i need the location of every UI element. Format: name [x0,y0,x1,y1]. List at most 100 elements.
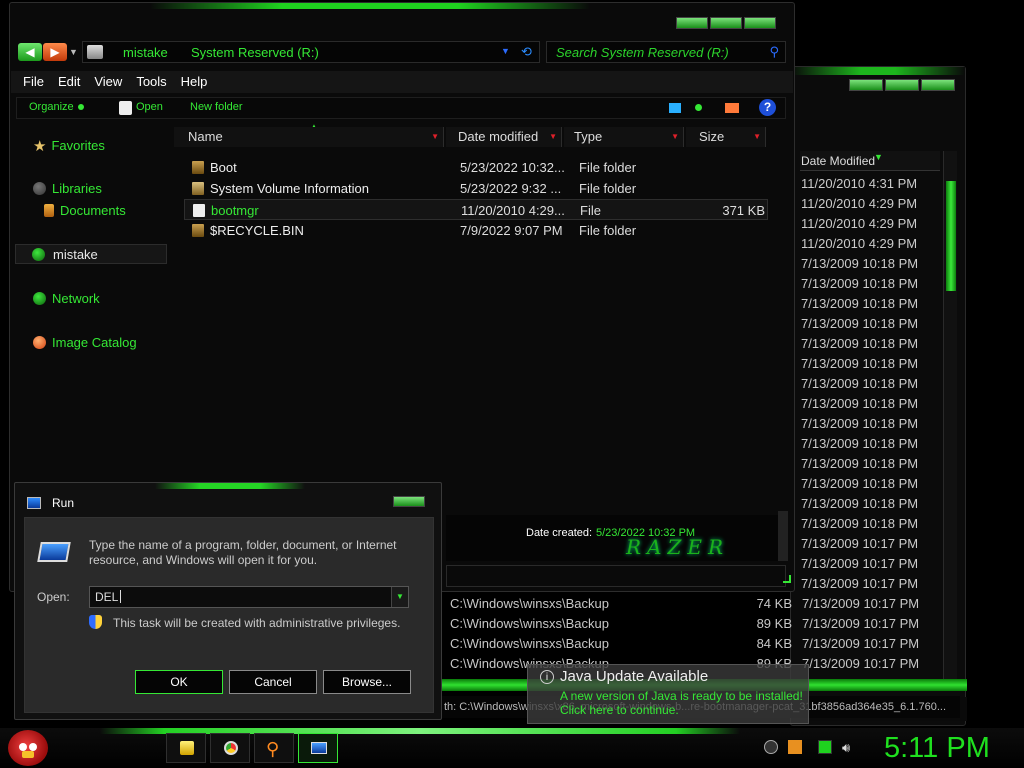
locked-folder-icon [192,182,204,195]
column-filter-icon[interactable]: ▼ [753,127,761,147]
volume-icon[interactable]: 🔊︎ [842,740,856,755]
address-bar[interactable]: mistake System Reserved (R:) ▼ ⟲ [82,41,540,63]
java-tray-icon[interactable] [788,740,802,754]
nav-computer[interactable]: mistake [15,244,167,264]
image-catalog-icon [33,336,46,349]
taskbar-explorer-button[interactable] [166,733,206,763]
minimize-button[interactable] [676,17,708,29]
java-update-notification[interactable]: i Java Update Available A new version of… [527,664,809,724]
window-controls[interactable] [676,17,776,29]
file-row-boot[interactable]: Boot 5/23/2022 10:32... File folder [184,157,768,178]
breadcrumb-drive[interactable]: System Reserved (R:) [191,45,319,60]
tray-app-icon[interactable] [764,740,778,754]
date-modified-cell: 7/13/2009 10:18 PM [801,316,919,331]
date-modified-column-header[interactable]: Date Modified ▼ [800,151,940,171]
menu-view[interactable]: View [87,71,129,93]
backup-date: 7/13/2009 10:17 PM [802,636,920,651]
info-icon: i [540,670,554,684]
forward-button[interactable]: ▶ [43,43,67,61]
start-button[interactable] [8,730,48,766]
change-view-icon[interactable] [669,103,681,113]
browse-button[interactable]: Browse... [323,670,411,694]
notification-title: Java Update Available [560,668,709,685]
maximize-button[interactable] [885,79,919,91]
preview-pane-icon[interactable] [725,103,739,113]
nav-favorites[interactable]: ★ Favorites [33,137,105,155]
file-icon [193,204,205,217]
back-button[interactable]: ◀ [18,43,42,61]
menu-file[interactable]: File [11,71,51,93]
history-dropdown-icon[interactable]: ▼ [391,587,408,607]
cancel-button[interactable]: Cancel [229,670,317,694]
close-button[interactable] [921,79,955,91]
backup-size: 89 KB [756,616,792,631]
details-pane: Date created: 5/23/2022 10:32 PM RAZER [446,515,786,561]
vertical-scrollbar[interactable] [943,151,957,691]
minimize-button[interactable] [849,79,883,91]
recent-pages-dropdown-icon[interactable]: ▼ [69,47,78,57]
dialog-top-glow [155,483,305,489]
nav-documents[interactable]: Documents [44,203,126,218]
date-modified-cell: 7/13/2009 10:18 PM [801,376,919,391]
file-row-bootmgr[interactable]: bootmgr 11/20/2010 4:29... File 371 KB [184,199,768,220]
taskbar-search-button[interactable]: ⚲ [254,733,294,763]
close-button[interactable] [393,496,425,507]
menu-edit[interactable]: Edit [51,71,87,93]
date-modified-cell: 7/13/2009 10:18 PM [801,256,919,271]
run-dialog[interactable]: Run Type the name of a program, folder, … [14,482,442,720]
menu-tools[interactable]: Tools [129,71,173,93]
notification-link[interactable]: Click here to continue. [560,703,679,717]
scroll-thumb[interactable] [946,181,956,291]
organize-button[interactable]: Organize [29,101,84,113]
new-folder-button[interactable]: New folder [190,101,243,113]
horizontal-scrollbar[interactable] [446,565,786,587]
backup-path: C:\Windows\winsxs\Backup [450,636,609,651]
view-dropdown-icon[interactable] [695,104,702,111]
column-header-name[interactable]: Name ▼ [174,127,444,147]
nav-libraries[interactable]: Libraries [33,181,102,196]
taskbar-chrome-button[interactable] [210,733,250,763]
open-button[interactable]: Open [136,101,163,113]
command-toolbar: Organize Open New folder ? [16,97,786,119]
open-file-icon [119,101,132,115]
file-row-system-volume-information[interactable]: System Volume Information 5/23/2022 9:32 … [184,178,768,199]
folder-icon [192,224,204,237]
file-row-recycle-bin[interactable]: $RECYCLE.BIN 7/9/2022 9:07 PM File folder [184,220,768,241]
refresh-icon[interactable]: ⟲ [521,44,532,60]
menu-bar: File Edit View Tools Help [11,71,793,93]
network-tray-icon[interactable] [818,740,832,754]
ok-button[interactable]: OK [135,670,223,694]
nav-network[interactable]: Network [33,291,100,306]
nav-image-catalog[interactable]: Image Catalog [33,335,137,350]
resize-grip-icon[interactable] [783,575,791,583]
date-modified-cell: 7/13/2009 10:18 PM [801,476,919,491]
date-modified-cell: 7/13/2009 10:18 PM [801,496,919,511]
documents-icon [44,204,54,217]
column-header-type[interactable]: Type ▼ [564,127,684,147]
window-controls[interactable] [849,79,955,91]
address-dropdown-icon[interactable]: ▼ [501,46,510,56]
column-filter-icon[interactable]: ▼ [431,127,439,147]
close-button[interactable] [744,17,776,29]
taskbar-run-button[interactable] [298,733,338,763]
column-header-date-modified[interactable]: Date modified ▼ [446,127,562,147]
column-filter-icon[interactable]: ▼ [549,127,557,147]
date-modified-cell: 7/13/2009 10:17 PM [801,556,919,571]
table-row[interactable]: C:\Windows\winsxs\Backup 74 KB 7/13/2009 1… [440,594,919,614]
table-row[interactable]: C:\Windows\winsxs\Backup 89 KB 7/13/2009 1… [440,614,919,634]
open-input[interactable]: DEL [89,586,409,608]
taskbar: ⚲ 🔊︎ 5:11 PM [0,728,1024,768]
search-input[interactable]: Search System Reserved (R:) ⚲ [546,41,786,63]
clock[interactable]: 5:11 PM [884,732,990,765]
help-icon[interactable]: ? [759,99,776,116]
column-filter-icon[interactable]: ▼ [671,127,679,147]
menu-help[interactable]: Help [174,71,215,93]
column-header-size[interactable]: Size ▼ [686,127,766,147]
table-row[interactable]: C:\Windows\winsxs\Backup 84 KB 7/13/2009 1… [440,634,919,654]
search-icon[interactable]: ⚲ [769,44,779,60]
details-scrollbar[interactable] [778,511,788,561]
breadcrumb-computer[interactable]: mistake [123,45,168,60]
libraries-icon [33,182,46,195]
date-modified-cell: 7/13/2009 10:18 PM [801,436,919,451]
maximize-button[interactable] [710,17,742,29]
